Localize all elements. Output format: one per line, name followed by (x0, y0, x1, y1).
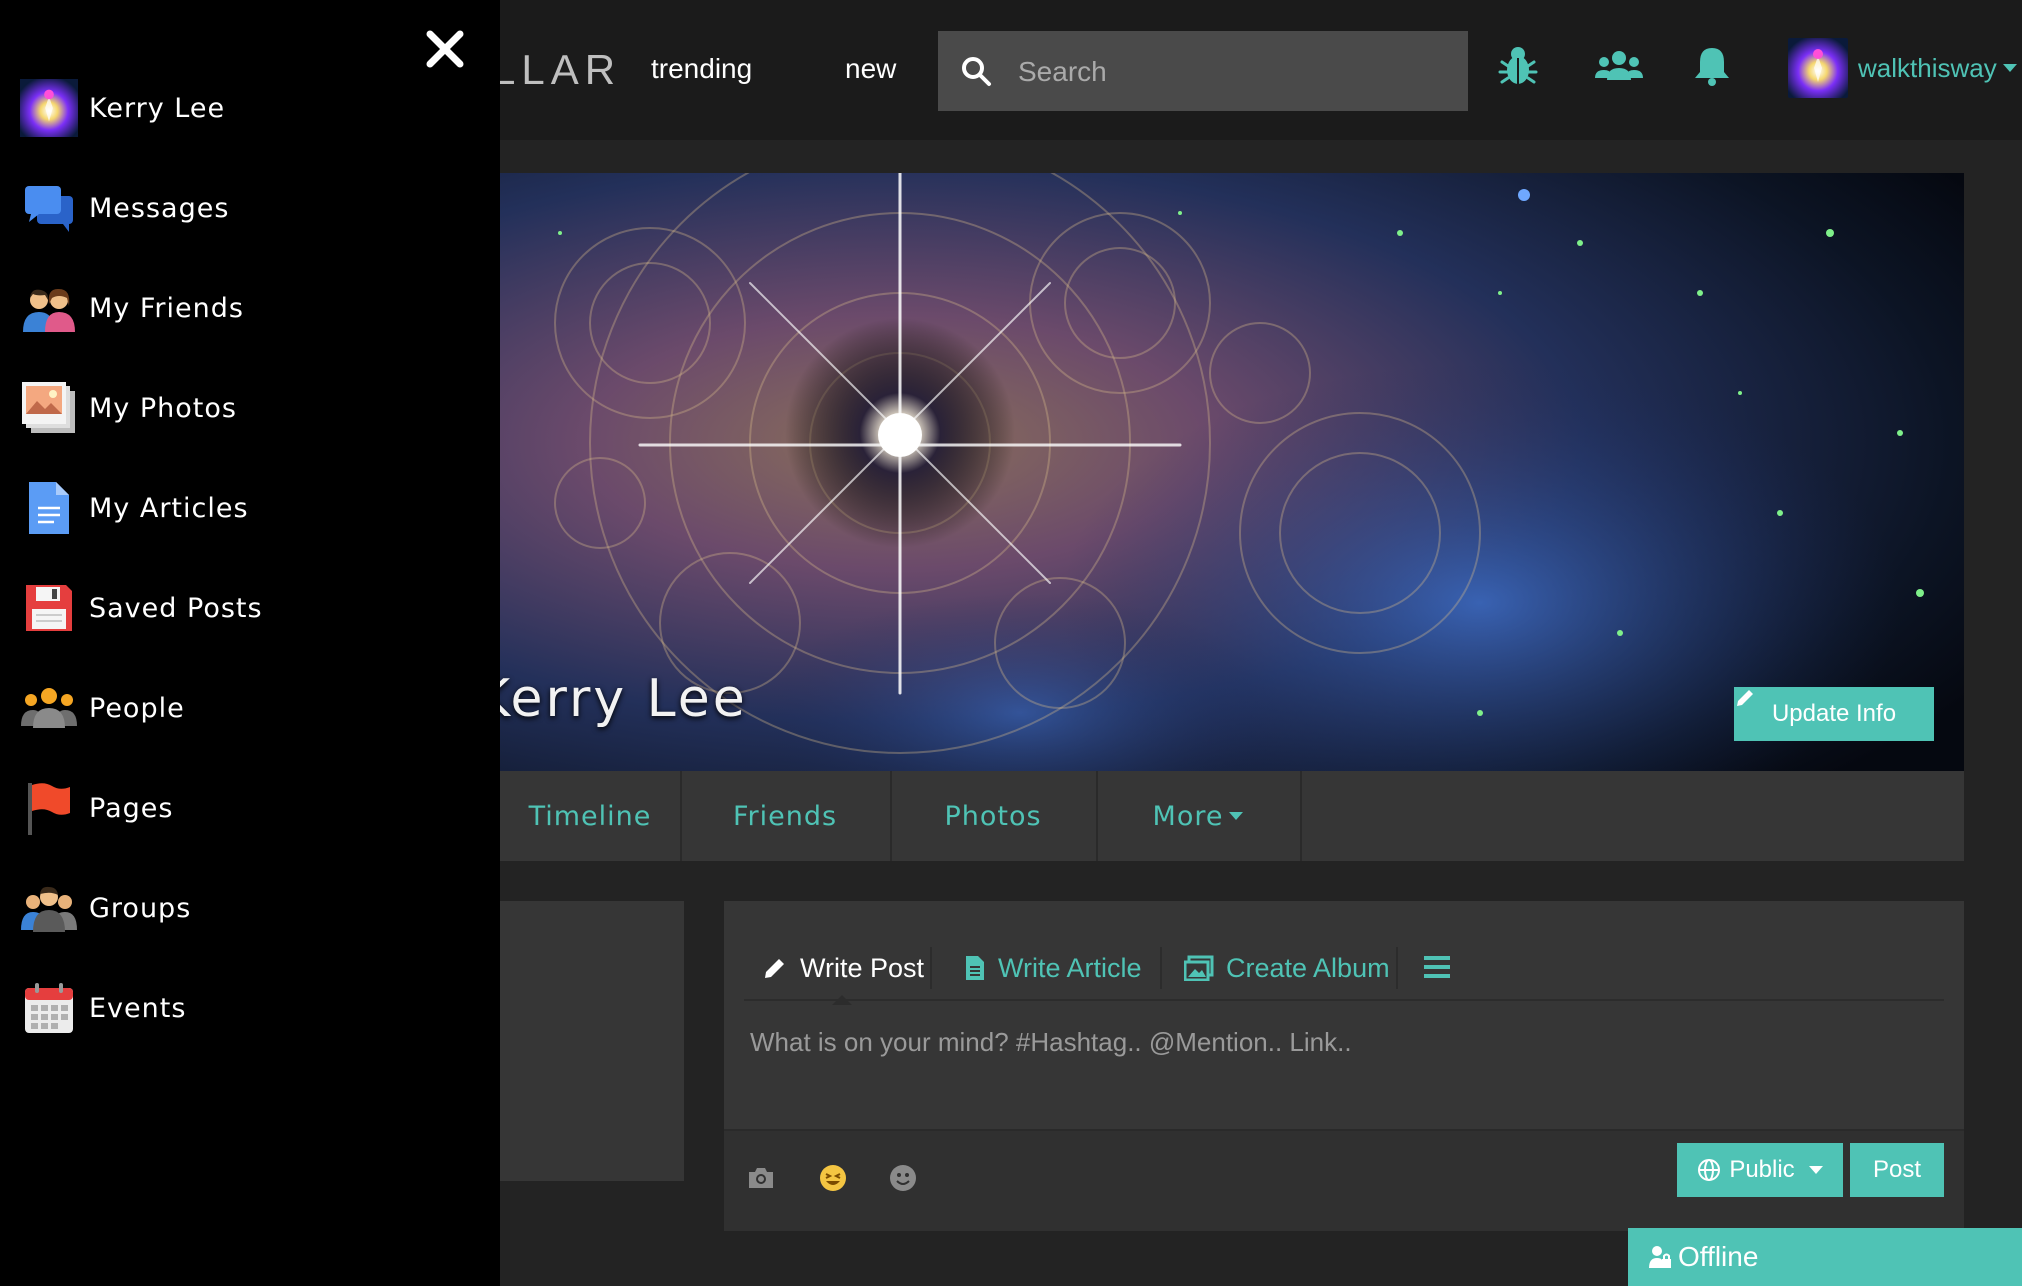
groups-icon[interactable] (1594, 42, 1644, 90)
drawer-item-messages[interactable]: Messages (20, 176, 229, 240)
drawer-item-label: Saved Posts (89, 592, 263, 624)
drawer-item-my-articles[interactable]: My Articles (20, 476, 249, 540)
tab-divider (1160, 947, 1162, 989)
drawer-item-label: People (89, 692, 185, 724)
chevron-down-icon[interactable] (2002, 64, 2017, 72)
tab-write-post[interactable]: Write Post (762, 943, 924, 993)
search-input[interactable] (1016, 47, 1450, 97)
drawer-item-label: Pages (89, 792, 174, 824)
create-album-label: Create Album (1226, 952, 1390, 983)
write-article-label: Write Article (998, 952, 1142, 983)
update-info-button[interactable]: Update Info (1734, 687, 1934, 741)
tab-divider (930, 947, 932, 989)
divider (744, 999, 1944, 1001)
drawer-item-pages[interactable]: Pages (20, 776, 173, 840)
close-icon[interactable] (424, 28, 466, 70)
username[interactable]: walkthisway (1858, 53, 1997, 84)
side-drawer: Kerry Lee Messages My Friends My Photos … (0, 0, 500, 1286)
user-lock-icon (1649, 1246, 1671, 1268)
chevron-down-icon (1229, 812, 1244, 820)
privacy-label: Public (1729, 1156, 1795, 1183)
friends-icon (20, 279, 78, 337)
drawer-item-profile[interactable]: Kerry Lee (20, 76, 225, 140)
avatar (20, 79, 78, 137)
photos-icon (20, 379, 78, 437)
document-icon (966, 956, 984, 980)
articles-icon (20, 479, 78, 537)
tab-more-label: More (1152, 800, 1224, 832)
post-button[interactable]: Post (1850, 1143, 1944, 1197)
drawer-item-groups[interactable]: Groups (20, 876, 191, 940)
drawer-item-my-photos[interactable]: My Photos (20, 376, 237, 440)
tab-write-article[interactable]: Write Article (964, 943, 1142, 993)
calendar-icon (20, 979, 78, 1037)
floppy-disk-icon (20, 579, 78, 637)
chat-status-bar[interactable]: Offline (1628, 1228, 2022, 1286)
user-avatar[interactable] (1788, 38, 1848, 98)
composer-footer: Public Post (724, 1129, 1964, 1231)
user-menu[interactable]: walkthisway (1788, 38, 2017, 98)
drawer-item-label: My Photos (89, 392, 237, 424)
nav-trending[interactable]: trending (651, 53, 752, 85)
nav-new[interactable]: new (845, 53, 896, 85)
tab-timeline-label: Timeline (528, 800, 652, 832)
tab-photos[interactable]: Photos (890, 771, 1098, 861)
pencil-icon (765, 959, 784, 978)
drawer-item-label: My Friends (89, 292, 244, 324)
tab-friends-label: Friends (732, 800, 838, 832)
globe-icon (1698, 1159, 1721, 1181)
people-icon (20, 679, 78, 737)
brand-logo[interactable]: LLAR (492, 46, 621, 94)
profile-name: Kerry Lee (500, 669, 748, 729)
search-icon (962, 57, 991, 86)
tab-more[interactable]: More (1096, 771, 1302, 861)
drawer-item-label: My Articles (89, 492, 249, 524)
images-icon (1184, 955, 1214, 981)
drawer-item-events[interactable]: Events (20, 976, 186, 1040)
drawer-item-people[interactable]: People (20, 676, 185, 740)
tab-divider (1396, 947, 1398, 989)
messages-icon (20, 179, 78, 237)
tab-timeline[interactable]: Timeline (500, 771, 682, 861)
privacy-dropdown[interactable]: Public (1677, 1143, 1843, 1197)
profile-sidebar-panel (500, 901, 684, 1181)
profile-tabs: Timeline Friends Photos More (500, 771, 1964, 861)
smiley-icon[interactable] (888, 1163, 918, 1193)
write-post-label: Write Post (800, 952, 925, 983)
drawer-item-label: Events (89, 992, 187, 1024)
bell-icon[interactable] (1688, 42, 1736, 90)
chat-status-label: Offline (1678, 1241, 1759, 1272)
cover-photo: Kerry Lee Update Info (500, 173, 1964, 771)
drawer-item-my-friends[interactable]: My Friends (20, 276, 244, 340)
groups-icon (20, 879, 78, 937)
chevron-down-icon (1808, 1166, 1823, 1174)
menu-icon[interactable] (1424, 955, 1450, 979)
update-info-label: Update Info (1771, 700, 1897, 727)
tab-photos-label: Photos (944, 800, 1042, 832)
pencil-icon (1737, 690, 1753, 706)
post-textarea[interactable] (748, 1025, 1932, 1089)
drawer-item-label: Groups (89, 892, 192, 924)
flag-icon (20, 779, 78, 837)
tab-friends[interactable]: Friends (680, 771, 892, 861)
camera-icon[interactable] (746, 1163, 776, 1193)
search-box[interactable] (938, 31, 1468, 111)
emoji-laugh-icon[interactable] (818, 1163, 848, 1193)
post-composer: Write Post Write Article Create Album Wh… (724, 901, 1964, 1231)
drawer-item-label: Messages (89, 192, 230, 224)
tab-create-album[interactable]: Create Album (1184, 943, 1390, 993)
bug-icon[interactable] (1494, 42, 1542, 90)
drawer-item-label: Kerry Lee (89, 92, 226, 124)
drawer-item-saved-posts[interactable]: Saved Posts (20, 576, 263, 640)
